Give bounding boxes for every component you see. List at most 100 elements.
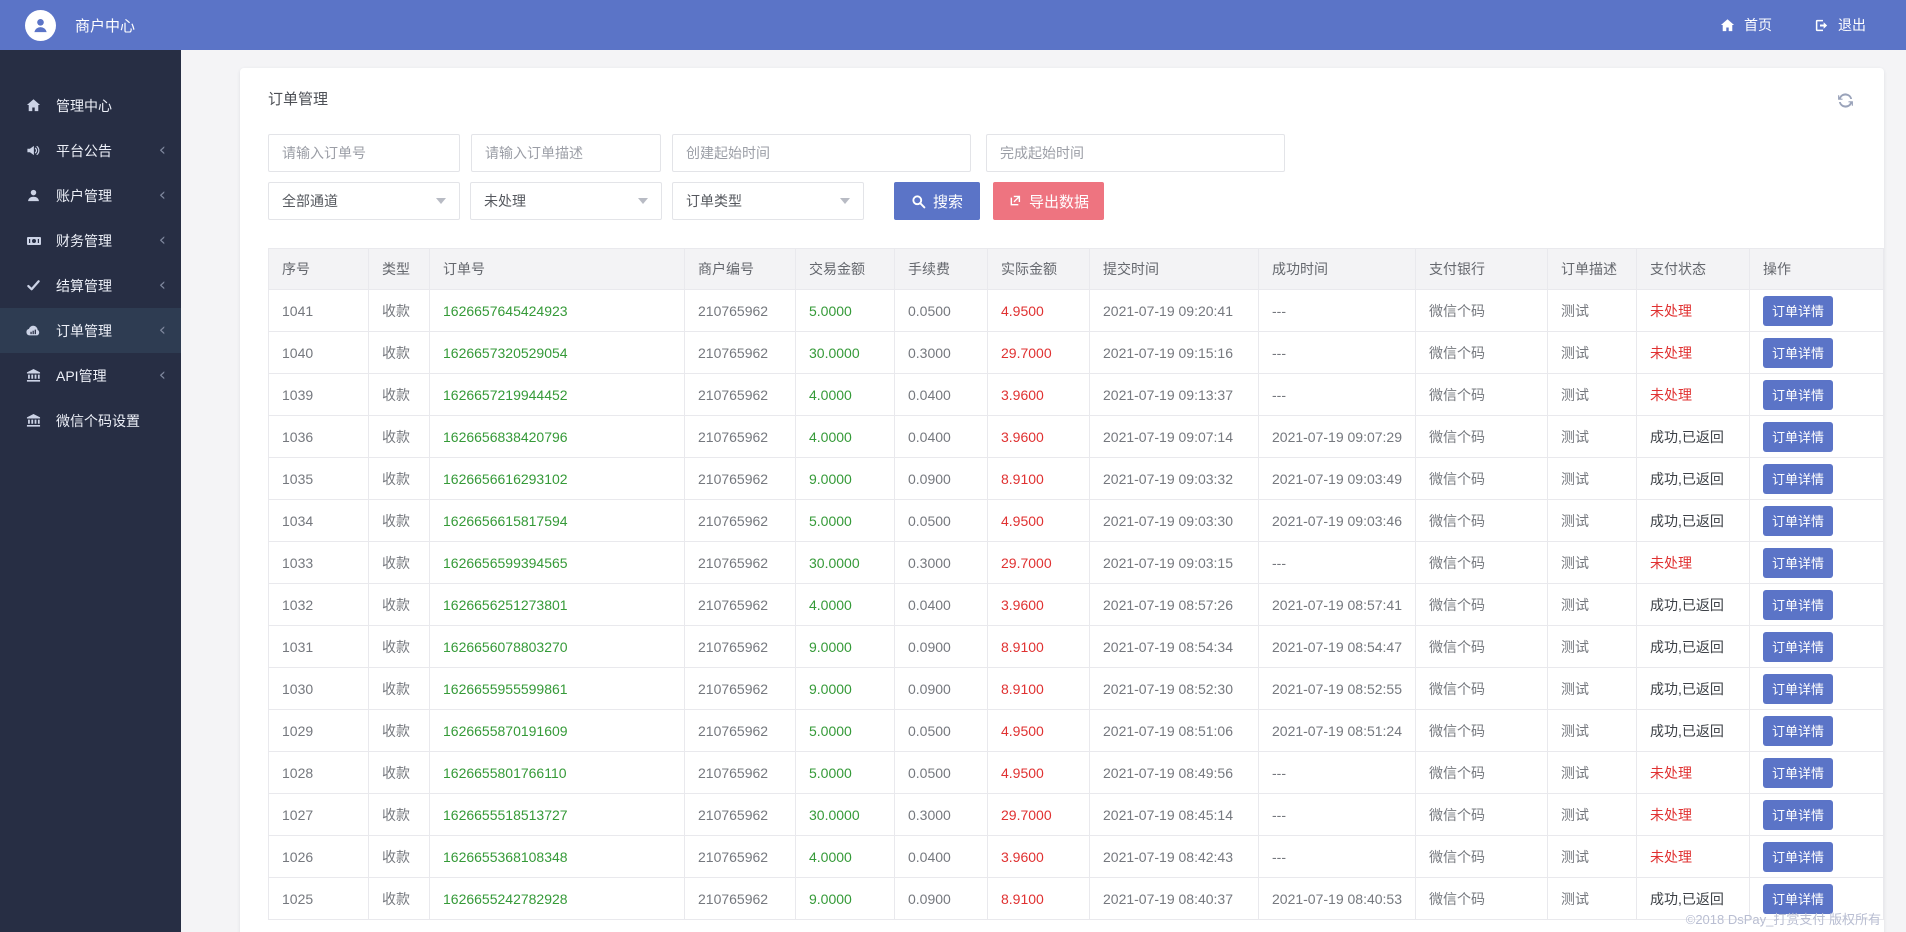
cell-success-time: 2021-07-19 09:07:29 — [1258, 415, 1416, 458]
order-detail-button[interactable]: 订单详情 — [1763, 841, 1833, 872]
sidebar-item-finance-management[interactable]: 财务管理 ‹ — [0, 218, 181, 263]
search-button[interactable]: 搜索 — [894, 182, 981, 220]
sidebar-item-order-management[interactable]: 订单管理 ‹ — [0, 308, 181, 353]
column-header: 订单描述 — [1547, 248, 1637, 290]
finish-time-input[interactable] — [986, 134, 1285, 172]
cell-desc: 测试 — [1547, 373, 1637, 416]
cell-status: 成功,已返回 — [1636, 625, 1750, 668]
cell-status: 未处理 — [1636, 373, 1750, 416]
cell-fee: 0.0900 — [894, 625, 988, 668]
cell-bank: 微信个码 — [1415, 541, 1548, 584]
column-header: 手续费 — [894, 248, 988, 290]
create-time-input[interactable] — [672, 134, 971, 172]
cell-merchant-no: 210765962 — [684, 373, 796, 416]
cell-submit-time: 2021-07-19 08:45:14 — [1089, 793, 1259, 836]
order-detail-button[interactable]: 订单详情 — [1763, 463, 1833, 494]
cell-merchant-no: 210765962 — [684, 667, 796, 710]
order-detail-button[interactable]: 订单详情 — [1763, 715, 1833, 746]
cell-amount: 9.0000 — [795, 667, 895, 710]
sidebar-item-admin-center[interactable]: 管理中心 — [0, 83, 181, 128]
cell-desc: 测试 — [1547, 541, 1637, 584]
order-table-body: 1041 收款 1626657645424923 210765962 5.000… — [268, 289, 1884, 920]
chevron-down-icon — [840, 198, 850, 204]
order-detail-button[interactable]: 订单详情 — [1763, 757, 1833, 788]
order-management-panel: 订单管理 全部通道 未处理 订单类型 — [240, 68, 1884, 932]
search-icon — [911, 194, 926, 209]
order-detail-button[interactable]: 订单详情 — [1763, 799, 1833, 830]
cell-bank: 微信个码 — [1415, 499, 1548, 542]
order-desc-input[interactable] — [471, 134, 661, 172]
cell-merchant-no: 210765962 — [684, 331, 796, 374]
logout-link[interactable]: 退出 — [1814, 15, 1866, 35]
cell-merchant-no: 210765962 — [684, 541, 796, 584]
cell-order-no: 1626656616293102 — [429, 457, 685, 500]
status-select[interactable]: 未处理 — [470, 182, 662, 220]
search-button-label: 搜索 — [933, 193, 964, 211]
home-link[interactable]: 首页 — [1720, 15, 1772, 35]
order-detail-button[interactable]: 订单详情 — [1763, 421, 1833, 452]
filter-row-1 — [268, 134, 1856, 172]
export-data-button[interactable]: 导出数据 — [993, 182, 1105, 220]
cell-amount: 9.0000 — [795, 625, 895, 668]
order-detail-button[interactable]: 订单详情 — [1763, 379, 1833, 410]
sidebar-item-account-management[interactable]: 账户管理 ‹ — [0, 173, 181, 218]
cell-action: 订单详情 — [1749, 541, 1884, 584]
column-header: 提交时间 — [1089, 248, 1259, 290]
sidebar-item-wechat-code-settings[interactable]: 微信个码设置 — [0, 398, 181, 443]
order-detail-button[interactable]: 订单详情 — [1763, 337, 1833, 368]
cell-status: 成功,已返回 — [1636, 457, 1750, 500]
cell-status: 成功,已返回 — [1636, 415, 1750, 458]
order-detail-button[interactable]: 订单详情 — [1763, 589, 1833, 620]
cell-status: 未处理 — [1636, 835, 1750, 878]
table-header-row: 序号 类型 订单号 商户编号 交易金额 手续费 实际金额 提交时间 成功时间 支付银行 订单描述 支付… — [268, 248, 1884, 290]
cell-success-time: 2021-07-19 08:40:53 — [1258, 877, 1416, 920]
table-row: 1027 收款 1626655518513727 210765962 30.00… — [268, 793, 1884, 836]
order-no-input[interactable] — [268, 134, 460, 172]
sidebar-item-platform-notice[interactable]: 平台公告 ‹ — [0, 128, 181, 173]
cell-amount: 4.0000 — [795, 835, 895, 878]
order-detail-button[interactable]: 订单详情 — [1763, 547, 1833, 578]
cell-desc: 测试 — [1547, 457, 1637, 500]
cell-order-no: 1626655955599861 — [429, 667, 685, 710]
cell-order-no: 1626655518513727 — [429, 793, 685, 836]
cell-action: 订单详情 — [1749, 625, 1884, 668]
order-type-select[interactable]: 订单类型 — [672, 182, 864, 220]
cell-bank: 微信个码 — [1415, 625, 1548, 668]
channel-select[interactable]: 全部通道 — [268, 182, 460, 220]
column-header: 操作 — [1749, 248, 1884, 290]
cell-amount: 4.0000 — [795, 415, 895, 458]
cell-order-no: 1626657320529054 — [429, 331, 685, 374]
sidebar-item-label: 结算管理 — [56, 277, 112, 294]
cell-success-time: 2021-07-19 08:52:55 — [1258, 667, 1416, 710]
order-detail-button[interactable]: 订单详情 — [1763, 295, 1833, 326]
order-detail-button[interactable]: 订单详情 — [1763, 505, 1833, 536]
cell-type: 收款 — [368, 541, 430, 584]
cell-type: 收款 — [368, 331, 430, 374]
cell-amount: 5.0000 — [795, 499, 895, 542]
cell-action: 订单详情 — [1749, 835, 1884, 878]
cell-actual: 29.7000 — [987, 331, 1090, 374]
table-row: 1036 收款 1626656838420796 210765962 4.000… — [268, 415, 1884, 458]
order-detail-button[interactable]: 订单详情 — [1763, 673, 1833, 704]
sidebar-item-api-management[interactable]: API管理 ‹ — [0, 353, 181, 398]
cell-desc: 测试 — [1547, 289, 1637, 332]
cell-seq: 1030 — [268, 667, 369, 710]
cell-order-no: 1626656251273801 — [429, 583, 685, 626]
refresh-icon[interactable] — [1837, 92, 1856, 109]
cell-success-time: 2021-07-19 08:54:47 — [1258, 625, 1416, 668]
cell-seq: 1027 — [268, 793, 369, 836]
cell-submit-time: 2021-07-19 08:40:37 — [1089, 877, 1259, 920]
cell-actual: 3.9600 — [987, 583, 1090, 626]
copyright-text: ©2018 DsPay_打赏支付 版权所有 — [1685, 912, 1881, 927]
cell-type: 收款 — [368, 499, 430, 542]
order-detail-button[interactable]: 订单详情 — [1763, 631, 1833, 662]
cell-amount: 9.0000 — [795, 877, 895, 920]
user-avatar-icon[interactable] — [25, 9, 56, 41]
chevron-down-icon — [436, 198, 446, 204]
chevron-down-icon — [638, 198, 648, 204]
cell-type: 收款 — [368, 373, 430, 416]
cell-status: 成功,已返回 — [1636, 709, 1750, 752]
cell-order-no: 1626655801766110 — [429, 751, 685, 794]
sidebar-item-settlement-management[interactable]: 结算管理 ‹ — [0, 263, 181, 308]
cell-bank: 微信个码 — [1415, 457, 1548, 500]
